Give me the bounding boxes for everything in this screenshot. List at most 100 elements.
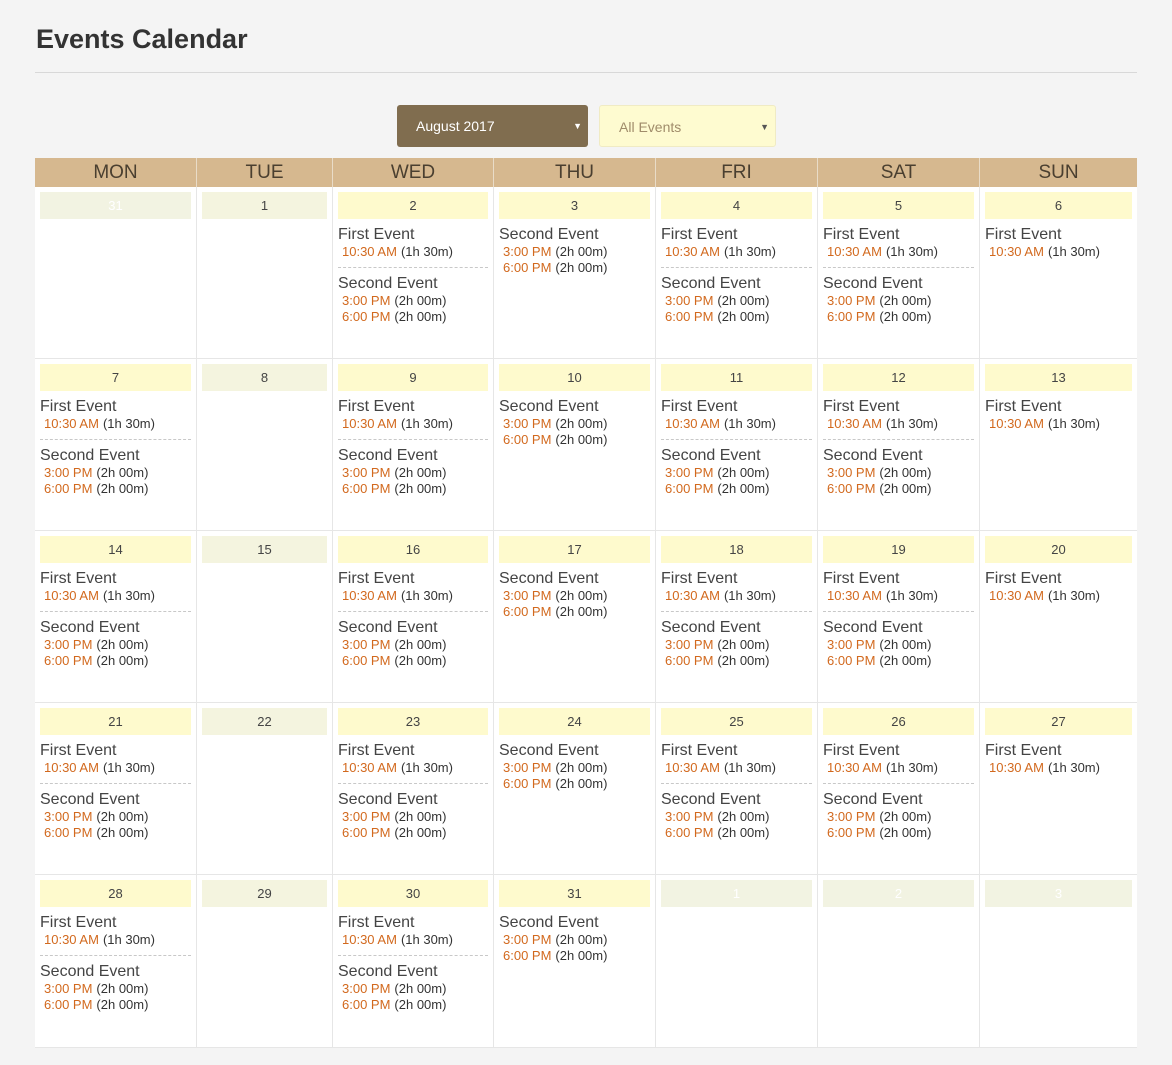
event-title[interactable]: First Event: [338, 570, 488, 588]
calendar-event[interactable]: Second Event 3:00 PM (2h 00m) 6:00 PM (2h 00…: [823, 611, 974, 676]
calendar-event[interactable]: First Event 10:30 AM (1h 30m): [823, 570, 974, 611]
event-title[interactable]: First Event: [40, 570, 191, 588]
calendar-event[interactable]: First Event 10:30 AM (1h 30m): [985, 226, 1132, 267]
day-cell[interactable]: 8: [197, 359, 333, 530]
event-title[interactable]: First Event: [661, 398, 812, 416]
calendar-event[interactable]: Second Event 3:00 PM (2h 00m) 6:00 PM (2h 00…: [499, 570, 650, 627]
event-title[interactable]: First Event: [661, 226, 812, 244]
day-cell[interactable]: 27 First Event 10:30 AM (1h 30m): [980, 703, 1137, 874]
event-title[interactable]: First Event: [985, 226, 1132, 244]
day-cell[interactable]: 3 Second Event 3:00 PM (2h 00m) 6:00 PM (2h 0…: [494, 187, 656, 358]
event-filter-select[interactable]: All Events ▼: [599, 105, 776, 147]
calendar-event[interactable]: Second Event 3:00 PM (2h 00m) 6:00 PM (2h 00…: [338, 439, 488, 504]
event-title[interactable]: Second Event: [823, 447, 974, 465]
day-cell[interactable]: 16 First Event 10:30 AM (1h 30m) Second Even…: [333, 531, 494, 702]
calendar-event[interactable]: Second Event 3:00 PM (2h 00m) 6:00 PM (2h 00…: [40, 439, 191, 504]
event-title[interactable]: First Event: [823, 742, 974, 760]
calendar-event[interactable]: Second Event 3:00 PM (2h 00m) 6:00 PM (2h 00…: [661, 439, 812, 504]
calendar-event[interactable]: Second Event 3:00 PM (2h 00m) 6:00 PM (2h 00…: [499, 742, 650, 799]
day-cell[interactable]: 1: [197, 187, 333, 358]
event-title[interactable]: First Event: [338, 742, 488, 760]
event-title[interactable]: Second Event: [499, 914, 650, 932]
day-cell[interactable]: 10 Second Event 3:00 PM (2h 00m) 6:00 PM (2h …: [494, 359, 656, 530]
calendar-event[interactable]: First Event 10:30 AM (1h 30m): [338, 226, 488, 267]
calendar-event[interactable]: First Event 10:30 AM (1h 30m): [823, 226, 974, 267]
event-title[interactable]: Second Event: [823, 275, 974, 293]
event-title[interactable]: Second Event: [40, 619, 191, 637]
calendar-event[interactable]: Second Event 3:00 PM (2h 00m) 6:00 PM (2h 00…: [661, 783, 812, 848]
calendar-event[interactable]: First Event 10:30 AM (1h 30m): [40, 398, 191, 439]
day-cell[interactable]: 19 First Event 10:30 AM (1h 30m) Second Even…: [818, 531, 980, 702]
event-title[interactable]: Second Event: [499, 398, 650, 416]
event-title[interactable]: Second Event: [338, 275, 488, 293]
day-cell[interactable]: 22: [197, 703, 333, 874]
day-cell[interactable]: 20 First Event 10:30 AM (1h 30m): [980, 531, 1137, 702]
calendar-event[interactable]: First Event 10:30 AM (1h 30m): [338, 914, 488, 955]
day-cell[interactable]: 14 First Event 10:30 AM (1h 30m) Second Even…: [35, 531, 197, 702]
calendar-event[interactable]: First Event 10:30 AM (1h 30m): [985, 570, 1132, 611]
day-cell[interactable]: 6 First Event 10:30 AM (1h 30m): [980, 187, 1137, 358]
day-cell[interactable]: 31: [35, 187, 197, 358]
calendar-event[interactable]: Second Event 3:00 PM (2h 00m) 6:00 PM (2h 00…: [823, 783, 974, 848]
event-title[interactable]: Second Event: [40, 791, 191, 809]
event-title[interactable]: Second Event: [823, 619, 974, 637]
event-title[interactable]: First Event: [823, 570, 974, 588]
day-cell[interactable]: 3: [980, 875, 1137, 1047]
calendar-event[interactable]: First Event 10:30 AM (1h 30m): [40, 742, 191, 783]
calendar-event[interactable]: Second Event 3:00 PM (2h 00m) 6:00 PM (2h 00…: [40, 955, 191, 1020]
day-cell[interactable]: 11 First Event 10:30 AM (1h 30m) Second Even…: [656, 359, 818, 530]
calendar-event[interactable]: Second Event 3:00 PM (2h 00m) 6:00 PM (2h 00…: [499, 226, 650, 283]
event-title[interactable]: First Event: [338, 226, 488, 244]
day-cell[interactable]: 30 First Event 10:30 AM (1h 30m) Second Even…: [333, 875, 494, 1047]
day-cell[interactable]: 23 First Event 10:30 AM (1h 30m) Second Even…: [333, 703, 494, 874]
event-title[interactable]: First Event: [40, 914, 191, 932]
event-title[interactable]: First Event: [338, 914, 488, 932]
calendar-event[interactable]: Second Event 3:00 PM (2h 00m) 6:00 PM (2h 00…: [338, 783, 488, 848]
day-cell[interactable]: 28 First Event 10:30 AM (1h 30m) Second Even…: [35, 875, 197, 1047]
event-title[interactable]: First Event: [985, 398, 1132, 416]
event-title[interactable]: Second Event: [661, 447, 812, 465]
calendar-event[interactable]: Second Event 3:00 PM (2h 00m) 6:00 PM (2h 00…: [499, 398, 650, 455]
event-title[interactable]: Second Event: [499, 226, 650, 244]
calendar-event[interactable]: Second Event 3:00 PM (2h 00m) 6:00 PM (2h 00…: [823, 439, 974, 504]
event-title[interactable]: First Event: [661, 570, 812, 588]
event-title[interactable]: Second Event: [661, 275, 812, 293]
calendar-event[interactable]: Second Event 3:00 PM (2h 00m) 6:00 PM (2h 00…: [338, 611, 488, 676]
event-title[interactable]: First Event: [823, 398, 974, 416]
day-cell[interactable]: 24 Second Event 3:00 PM (2h 00m) 6:00 PM (2h …: [494, 703, 656, 874]
day-cell[interactable]: 5 First Event 10:30 AM (1h 30m) Second Event…: [818, 187, 980, 358]
event-title[interactable]: First Event: [823, 226, 974, 244]
event-title[interactable]: First Event: [40, 398, 191, 416]
event-title[interactable]: Second Event: [338, 447, 488, 465]
event-title[interactable]: Second Event: [499, 742, 650, 760]
calendar-event[interactable]: Second Event 3:00 PM (2h 00m) 6:00 PM (2h 00…: [338, 267, 488, 332]
calendar-event[interactable]: Second Event 3:00 PM (2h 00m) 6:00 PM (2h 00…: [338, 955, 488, 1020]
day-cell[interactable]: 2: [818, 875, 980, 1047]
day-cell[interactable]: 29: [197, 875, 333, 1047]
day-cell[interactable]: 25 First Event 10:30 AM (1h 30m) Second Even…: [656, 703, 818, 874]
day-cell[interactable]: 12 First Event 10:30 AM (1h 30m) Second Even…: [818, 359, 980, 530]
day-cell[interactable]: 4 First Event 10:30 AM (1h 30m) Second Event…: [656, 187, 818, 358]
calendar-event[interactable]: First Event 10:30 AM (1h 30m): [661, 398, 812, 439]
event-title[interactable]: First Event: [661, 742, 812, 760]
month-select[interactable]: August 2017 ▼: [397, 105, 588, 147]
day-cell[interactable]: 7 First Event 10:30 AM (1h 30m) Second Event…: [35, 359, 197, 530]
calendar-event[interactable]: First Event 10:30 AM (1h 30m): [40, 914, 191, 955]
day-cell[interactable]: 9 First Event 10:30 AM (1h 30m) Second Event…: [333, 359, 494, 530]
calendar-event[interactable]: First Event 10:30 AM (1h 30m): [40, 570, 191, 611]
event-title[interactable]: First Event: [338, 398, 488, 416]
event-title[interactable]: Second Event: [40, 447, 191, 465]
event-title[interactable]: First Event: [40, 742, 191, 760]
day-cell[interactable]: 18 First Event 10:30 AM (1h 30m) Second Even…: [656, 531, 818, 702]
calendar-event[interactable]: Second Event 3:00 PM (2h 00m) 6:00 PM (2h 00…: [823, 267, 974, 332]
event-title[interactable]: Second Event: [40, 963, 191, 981]
calendar-event[interactable]: First Event 10:30 AM (1h 30m): [661, 570, 812, 611]
event-title[interactable]: Second Event: [338, 619, 488, 637]
calendar-event[interactable]: First Event 10:30 AM (1h 30m): [985, 398, 1132, 439]
day-cell[interactable]: 26 First Event 10:30 AM (1h 30m) Second Even…: [818, 703, 980, 874]
calendar-event[interactable]: First Event 10:30 AM (1h 30m): [823, 398, 974, 439]
event-title[interactable]: Second Event: [823, 791, 974, 809]
calendar-event[interactable]: Second Event 3:00 PM (2h 00m) 6:00 PM (2h 00…: [40, 611, 191, 676]
calendar-event[interactable]: First Event 10:30 AM (1h 30m): [661, 742, 812, 783]
day-cell[interactable]: 13 First Event 10:30 AM (1h 30m): [980, 359, 1137, 530]
